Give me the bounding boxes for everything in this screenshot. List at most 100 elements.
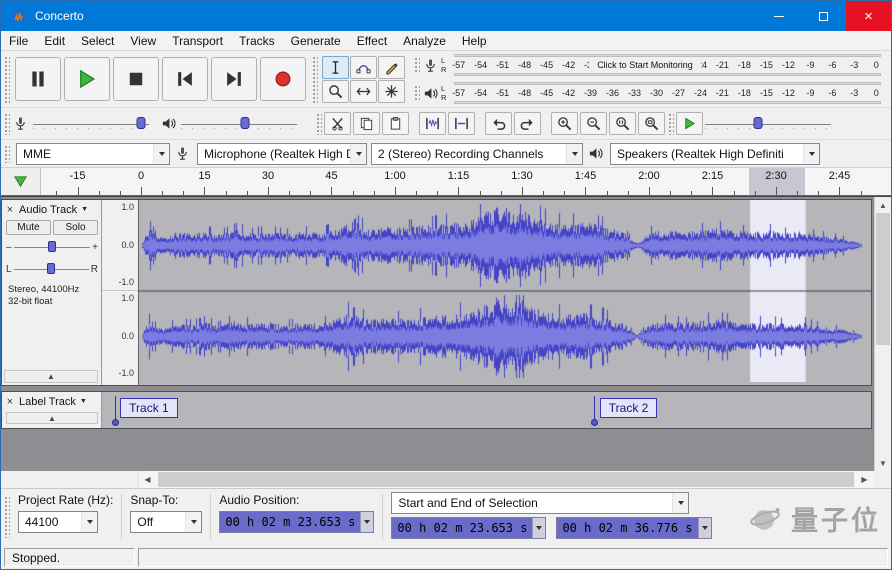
menu-tracks[interactable]: Tracks	[231, 31, 283, 50]
project-rate-select[interactable]: 44100	[18, 511, 98, 533]
stop-button[interactable]	[113, 57, 159, 101]
envelope-tool[interactable]	[350, 56, 377, 79]
skip-to-end-button[interactable]	[211, 57, 257, 101]
scroll-right-icon[interactable]: ▶	[856, 471, 873, 488]
zoom-to-selection-button[interactable]	[609, 112, 636, 135]
draw-tool[interactable]	[378, 56, 405, 79]
menu-select[interactable]: Select	[73, 31, 122, 50]
playback-volume-slider[interactable]	[179, 114, 299, 134]
label-handle[interactable]	[591, 419, 598, 426]
selection-tool[interactable]	[322, 56, 349, 79]
horizontal-scrollbar[interactable]: ◀ ▶	[138, 471, 873, 488]
recording-channels-select[interactable]: 2 (Stereo) Recording Channels	[371, 143, 583, 165]
menu-generate[interactable]: Generate	[283, 31, 349, 50]
pinned-play-head-button[interactable]	[1, 168, 41, 195]
close-button[interactable]: ×	[846, 1, 891, 31]
label-text[interactable]: Track 1	[120, 398, 178, 418]
mute-button[interactable]: Mute	[6, 220, 51, 235]
label-track-content[interactable]: Track 1 Track 2	[102, 392, 871, 428]
zoom-in-button[interactable]	[551, 112, 578, 135]
audio-track-name[interactable]: Audio Track	[19, 204, 77, 216]
monitoring-message[interactable]: Click to Start Monitoring	[589, 60, 701, 70]
label-text[interactable]: Track 2	[600, 398, 658, 418]
timeshift-tool[interactable]	[350, 80, 377, 103]
redo-button[interactable]	[514, 112, 541, 135]
recording-meter[interactable]: L R -57-54-51-48-45-42-39-36-33-30-27-24…	[411, 52, 885, 78]
play-at-speed-button[interactable]	[676, 112, 703, 135]
ruler-area[interactable]: -1501530451:001:151:301:452:002:152:302:…	[41, 168, 891, 195]
playback-meter[interactable]: L R -57-54-51-48-45-42-39-36-33-30-27-24…	[411, 80, 885, 106]
selection-end-display[interactable]: 00 h 02 m 36.776 s	[556, 517, 711, 539]
undo-button[interactable]	[485, 112, 512, 135]
scroll-down-icon[interactable]: ▼	[875, 455, 891, 471]
audio-position-display[interactable]: 00 h 02 m 23.653 s	[219, 511, 374, 533]
play-button[interactable]	[64, 57, 110, 101]
scroll-up-icon[interactable]: ▲	[875, 197, 891, 213]
play-speed-slider[interactable]	[703, 114, 833, 134]
toolbar-grip[interactable]	[3, 144, 10, 163]
toolbar-grip[interactable]	[3, 55, 10, 103]
multi-tool[interactable]	[378, 80, 405, 103]
waveform-area[interactable]	[139, 200, 871, 385]
play-speed-thumb[interactable]	[753, 117, 762, 129]
vertical-scrollbar[interactable]: ▲ ▼	[874, 197, 891, 471]
minimize-button[interactable]	[756, 1, 801, 31]
zoom-out-button[interactable]	[580, 112, 607, 135]
chevron-down-icon[interactable]	[532, 518, 545, 538]
toolbar-grip[interactable]	[3, 495, 10, 538]
silence-selection-button[interactable]	[448, 112, 475, 135]
menu-file[interactable]: File	[1, 31, 36, 50]
pan-thumb[interactable]	[47, 263, 55, 274]
recording-volume-slider[interactable]	[31, 114, 151, 134]
toolbar-grip[interactable]	[3, 112, 10, 135]
menu-edit[interactable]: Edit	[36, 31, 73, 50]
toolbar-grip[interactable]	[413, 84, 420, 102]
toolbar-grip[interactable]	[315, 112, 322, 135]
skip-to-start-button[interactable]	[162, 57, 208, 101]
label-handle[interactable]	[112, 419, 119, 426]
gain-thumb[interactable]	[48, 241, 56, 252]
recording-device-select[interactable]: Microphone (Realtek High Defini	[197, 143, 367, 165]
close-track-button[interactable]: ×	[4, 204, 16, 216]
toolbar-grip[interactable]	[413, 56, 420, 74]
track-menu-dropdown-icon[interactable]: ▼	[81, 206, 88, 213]
vertical-scroll-thumb[interactable]	[876, 213, 890, 345]
playback-volume-thumb[interactable]	[241, 117, 250, 129]
menu-analyze[interactable]: Analyze	[395, 31, 454, 50]
trim-outside-selection-button[interactable]	[419, 112, 446, 135]
record-button[interactable]	[260, 57, 306, 101]
chevron-down-icon[interactable]	[698, 518, 711, 538]
audio-host-select[interactable]: MME	[16, 143, 170, 165]
menu-help[interactable]: Help	[454, 31, 495, 50]
track-menu-dropdown-icon[interactable]: ▼	[80, 398, 87, 405]
selection-start-display[interactable]: 00 h 02 m 23.653 s	[391, 517, 546, 539]
zoom-tool[interactable]	[322, 80, 349, 103]
selection-mode-select[interactable]: Start and End of Selection	[391, 492, 689, 514]
recording-volume-thumb[interactable]	[137, 117, 146, 129]
vertical-scale-ruler[interactable]: 1.00.0-1.0 1.00.0-1.0	[102, 200, 139, 385]
label-track-name[interactable]: Label Track	[19, 396, 76, 408]
collapse-track-button[interactable]: ▲	[6, 412, 98, 424]
close-track-button[interactable]: ×	[4, 396, 16, 408]
snap-to-select[interactable]: Off	[130, 511, 202, 533]
cut-button[interactable]	[324, 112, 351, 135]
toolbar-grip[interactable]	[667, 112, 674, 135]
gain-slider[interactable]	[14, 239, 91, 255]
copy-button[interactable]	[353, 112, 380, 135]
pan-slider[interactable]	[14, 261, 89, 277]
stereo-waveform[interactable]	[139, 200, 871, 382]
menu-transport[interactable]: Transport	[164, 31, 231, 50]
toolbar-grip[interactable]	[311, 55, 318, 103]
menu-effect[interactable]: Effect	[349, 31, 395, 50]
horizontal-scroll-thumb[interactable]	[158, 472, 854, 487]
solo-button[interactable]: Solo	[53, 220, 98, 235]
zoom-to-fit-button[interactable]	[638, 112, 665, 135]
pause-button[interactable]	[15, 57, 61, 101]
playback-device-select[interactable]: Speakers (Realtek High Definiti	[610, 143, 820, 165]
scroll-left-icon[interactable]: ◀	[139, 471, 156, 488]
menu-view[interactable]: View	[122, 31, 164, 50]
collapse-track-button[interactable]: ▲	[4, 370, 98, 383]
chevron-down-icon[interactable]	[360, 512, 373, 532]
paste-button[interactable]	[382, 112, 409, 135]
maximize-button[interactable]	[801, 1, 846, 31]
